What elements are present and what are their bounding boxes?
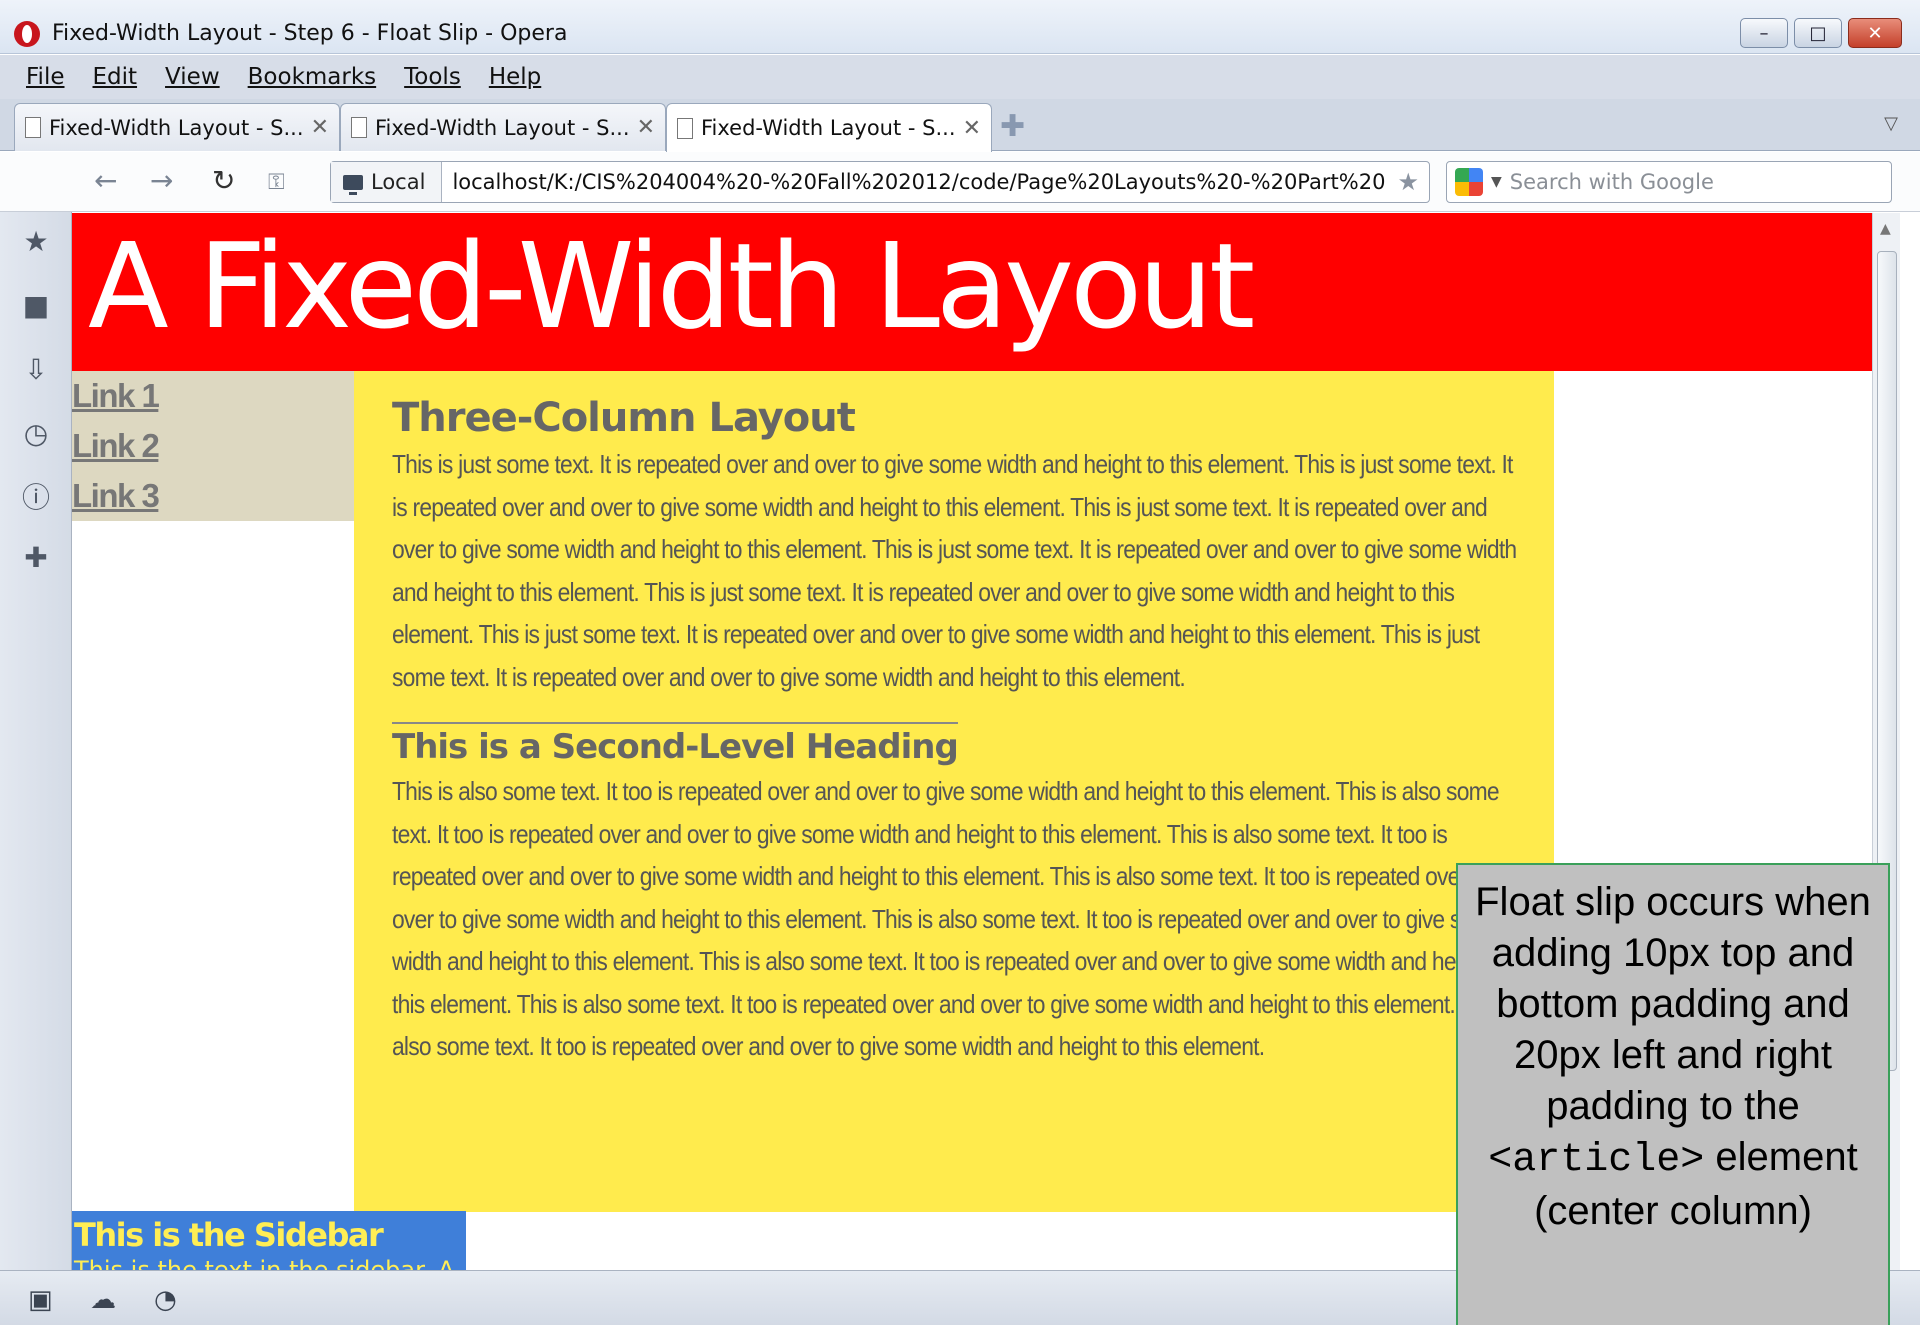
window-title: Fixed-Width Layout - Step 6 - Float Slip… [52,21,568,46]
key-icon[interactable]: ⚿ [268,170,285,195]
add-panel-plus-icon[interactable]: ✚ [20,542,52,574]
tab-label: Fixed-Width Layout - S... [49,115,303,140]
search-engine-dropdown-icon[interactable]: ▼ [1491,174,1502,190]
tab-3-active[interactable]: Fixed-Width Layout - S... ✕ [666,103,992,152]
menu-view-label: View [165,64,220,90]
article-heading: Three-Column Layout [392,395,856,441]
menu-bookmarks-label: Bookmarks [247,64,377,90]
menu-tools-label: Tools [404,64,461,90]
callout-text-before: Float slip occurs when adding 10px top a… [1475,880,1871,1128]
menu-file-label: File [26,64,65,90]
page-title: A Fixed-Width Layout [88,217,1255,355]
nav-column: Link 1 Link 2 Link 3 [72,371,354,521]
bookmarks-star-icon[interactable]: ★ [20,226,52,258]
menu-edit[interactable]: Edit [83,64,148,90]
tab-label: Fixed-Width Layout - S... [375,115,629,140]
menu-view[interactable]: View [155,64,230,90]
tab-menu-chevron-down-icon[interactable]: ▽ [1884,113,1898,134]
navigation-toolbar: ← → ↻ ⚿ Local localhost/K:/CIS%204004%20… [0,152,1920,212]
address-bar[interactable]: Local localhost/K:/CIS%204004%20-%20Fall… [330,161,1430,203]
panel-toggle-icon[interactable]: ▣ [28,1285,53,1315]
scroll-up-arrow-icon[interactable]: ▲ [1880,221,1891,237]
menu-help[interactable]: Help [479,64,551,90]
page-icon [25,117,41,138]
page-header: A Fixed-Width Layout [72,213,1872,371]
tab-close-icon[interactable]: ✕ [963,116,981,141]
location-badge[interactable]: Local [331,162,443,202]
side-panel: ★ ■ ⇩ ◷ ⓘ ✚ [0,212,72,1270]
sidebar: This is the Sidebar This is the text in … [72,1211,466,1270]
new-tab-plus-icon[interactable]: ✚ [1000,109,1025,144]
location-label: Local [371,170,426,194]
minimize-button[interactable]: – [1740,18,1788,48]
menu-tools[interactable]: Tools [394,64,471,90]
search-input[interactable]: Search with Google [1510,170,1714,194]
nav-link-1[interactable]: Link 1 [72,371,354,421]
nav-link-2[interactable]: Link 2 [72,421,354,471]
nav-link-3[interactable]: Link 3 [72,471,354,521]
google-icon[interactable] [1455,168,1483,196]
menu-bookmarks[interactable]: Bookmarks [238,64,387,90]
sidebar-text: This is the text in the sidebar. A [74,1256,455,1270]
info-icon[interactable]: ⓘ [20,482,52,514]
second-level-heading: This is a Second-Level Heading [392,722,959,770]
reload-icon[interactable]: ↻ [212,164,235,197]
article-paragraph-1: This is just some text. It is repeated o… [392,449,1517,692]
tab-label: Fixed-Width Layout - S... [701,116,955,140]
tab-close-icon[interactable]: ✕ [637,115,655,140]
menu-bar: File Edit View Bookmarks Tools Help [0,55,1920,99]
article-center-column: Three-Column Layout This is just some te… [354,371,1554,1212]
title-bar: Fixed-Width Layout - Step 6 - Float Slip… [0,0,1920,54]
tab-1[interactable]: Fixed-Width Layout - S... ✕ [14,103,340,151]
forward-arrow-icon[interactable]: → [150,164,173,197]
url-field[interactable]: localhost/K:/CIS%204004%20-%20Fall%20201… [442,170,1387,194]
maximize-button[interactable]: □ [1794,18,1842,48]
tab-bar: Fixed-Width Layout - S... ✕ Fixed-Width … [0,99,1920,152]
history-clock-icon[interactable]: ◷ [20,418,52,450]
monitor-icon [343,174,363,195]
article-paragraph-2: This is also some text. It too is repeat… [392,776,1521,1061]
downloads-icon[interactable]: ⇩ [20,354,52,386]
menu-file[interactable]: File [16,64,75,90]
close-window-button[interactable]: ✕ [1848,18,1902,48]
opera-turbo-icon[interactable]: ◔ [154,1285,177,1315]
search-box[interactable]: ▼ Search with Google [1446,161,1892,203]
back-arrow-icon[interactable]: ← [94,164,117,197]
annotation-callout: Float slip occurs when adding 10px top a… [1456,863,1890,1325]
menu-help-label: Help [488,64,542,90]
page-icon [351,117,367,138]
sidebar-title: This is the Sidebar [74,1216,384,1254]
opera-unite-cloud-icon[interactable]: ☁ [90,1285,116,1315]
opera-logo-icon[interactable] [14,21,40,47]
page-icon [677,117,693,139]
tab-2[interactable]: Fixed-Width Layout - S... ✕ [340,103,666,151]
callout-code: <article> [1488,1138,1705,1183]
window-controls: – □ ✕ [1740,18,1902,48]
notes-icon[interactable]: ■ [20,290,52,322]
menu-edit-label: Edit [92,64,138,90]
tab-close-icon[interactable]: ✕ [311,115,329,140]
bookmark-star-icon[interactable]: ★ [1387,168,1429,196]
